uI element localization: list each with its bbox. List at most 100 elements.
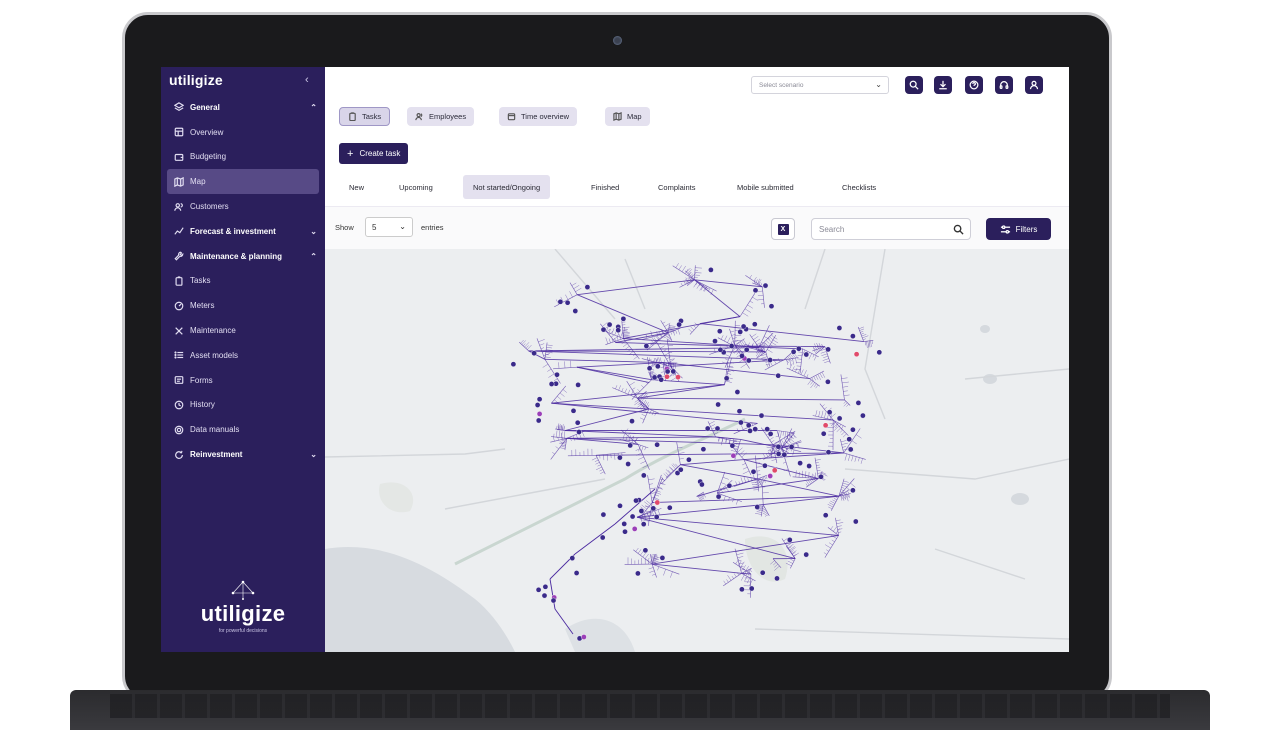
task-marker[interactable] [825, 379, 830, 384]
map-canvas[interactable] [325, 249, 1069, 652]
tab-time-overview[interactable]: Time overview [499, 107, 577, 126]
sidebar-item-customers[interactable]: Customers [161, 194, 325, 219]
user-icon[interactable] [1025, 76, 1043, 94]
task-marker[interactable] [768, 473, 773, 478]
task-marker[interactable] [630, 514, 635, 519]
task-marker[interactable] [532, 351, 537, 356]
task-marker[interactable] [543, 584, 548, 589]
task-marker[interactable] [621, 316, 626, 321]
task-marker[interactable] [738, 329, 743, 334]
task-marker[interactable] [644, 343, 649, 348]
task-marker[interactable] [705, 426, 710, 431]
task-marker[interactable] [576, 429, 581, 434]
task-marker[interactable] [826, 347, 831, 352]
task-marker[interactable] [837, 416, 842, 421]
task-marker[interactable] [686, 457, 691, 462]
status-tab-new[interactable]: New [339, 175, 374, 199]
task-marker[interactable] [826, 450, 831, 455]
task-marker[interactable] [772, 468, 777, 473]
task-marker[interactable] [536, 587, 541, 592]
task-marker[interactable] [837, 325, 842, 330]
task-marker[interactable] [565, 300, 570, 305]
sidebar-section-general[interactable]: General⌃ [161, 95, 325, 120]
task-marker[interactable] [769, 304, 774, 309]
task-marker[interactable] [622, 521, 627, 526]
chevron-down-icon[interactable]: ⌄ [310, 450, 317, 459]
task-marker[interactable] [738, 420, 743, 425]
search-input[interactable]: Search [811, 218, 971, 240]
task-marker[interactable] [633, 498, 638, 503]
task-marker[interactable] [776, 444, 781, 449]
task-marker[interactable] [739, 353, 744, 358]
task-marker[interactable] [652, 375, 657, 380]
task-marker[interactable] [850, 488, 855, 493]
download-icon[interactable] [934, 76, 952, 94]
task-marker[interactable] [626, 461, 631, 466]
task-marker[interactable] [622, 529, 627, 534]
task-marker[interactable] [762, 463, 767, 468]
task-marker[interactable] [827, 410, 832, 415]
task-marker[interactable] [641, 473, 646, 478]
task-marker[interactable] [798, 461, 803, 466]
headset-icon[interactable] [995, 76, 1013, 94]
status-tab-upcoming[interactable]: Upcoming [389, 175, 443, 199]
task-marker[interactable] [558, 299, 563, 304]
page-size-select[interactable]: 5 ⌄ [365, 217, 413, 237]
task-marker[interactable] [739, 587, 744, 592]
task-marker[interactable] [639, 508, 644, 513]
sidebar-section-maintenance-and-planning[interactable]: Maintenance & planning⌃ [161, 244, 325, 269]
task-marker[interactable] [629, 419, 634, 424]
task-marker[interactable] [628, 443, 633, 448]
filters-button[interactable]: Filters [986, 218, 1051, 240]
task-marker[interactable] [768, 357, 773, 362]
task-marker[interactable] [536, 418, 541, 423]
status-tab-finished[interactable]: Finished [581, 175, 629, 199]
task-marker[interactable] [601, 327, 606, 332]
sidebar-section-reinvestment[interactable]: Reinvestment⌄ [161, 442, 325, 467]
task-marker[interactable] [712, 339, 717, 344]
task-marker[interactable] [718, 347, 723, 352]
task-marker[interactable] [654, 514, 659, 519]
task-marker[interactable] [807, 463, 812, 468]
sidebar-item-forms[interactable]: Forms [161, 368, 325, 393]
task-marker[interactable] [655, 364, 660, 369]
sidebar-item-overview[interactable]: Overview [161, 120, 325, 145]
task-marker[interactable] [724, 376, 729, 381]
task-marker[interactable] [821, 431, 826, 436]
tab-map[interactable]: Map [605, 107, 650, 126]
task-marker[interactable] [823, 513, 828, 518]
task-marker[interactable] [755, 504, 760, 509]
task-marker[interactable] [535, 402, 540, 407]
task-marker[interactable] [860, 413, 865, 418]
task-marker[interactable] [617, 503, 622, 508]
task-marker[interactable] [848, 447, 853, 452]
sidebar-item-data-manuals[interactable]: Data manuals [161, 417, 325, 442]
task-marker[interactable] [727, 483, 732, 488]
task-marker[interactable] [655, 500, 660, 505]
sidebar-item-budgeting[interactable]: Budgeting [161, 145, 325, 170]
task-marker[interactable] [847, 437, 852, 442]
task-marker[interactable] [659, 377, 664, 382]
task-marker[interactable] [768, 431, 773, 436]
chevron-up-icon[interactable]: ⌃ [310, 252, 317, 261]
task-marker[interactable] [581, 634, 586, 639]
task-marker[interactable] [715, 426, 720, 431]
task-marker[interactable] [677, 322, 682, 327]
task-marker[interactable] [511, 362, 516, 367]
task-marker[interactable] [760, 570, 765, 575]
task-marker[interactable] [746, 358, 751, 363]
task-marker[interactable] [741, 324, 746, 329]
task-marker[interactable] [782, 452, 787, 457]
task-marker[interactable] [651, 506, 656, 511]
task-marker[interactable] [749, 586, 754, 591]
task-marker[interactable] [549, 381, 554, 386]
task-marker[interactable] [708, 267, 713, 272]
task-marker[interactable] [787, 537, 792, 542]
task-marker[interactable] [850, 334, 855, 339]
create-task-button[interactable]: + Create task [339, 143, 408, 164]
task-marker[interactable] [774, 576, 779, 581]
task-marker[interactable] [675, 375, 680, 380]
task-marker[interactable] [641, 522, 646, 527]
task-marker[interactable] [856, 400, 861, 405]
task-marker[interactable] [744, 347, 749, 352]
